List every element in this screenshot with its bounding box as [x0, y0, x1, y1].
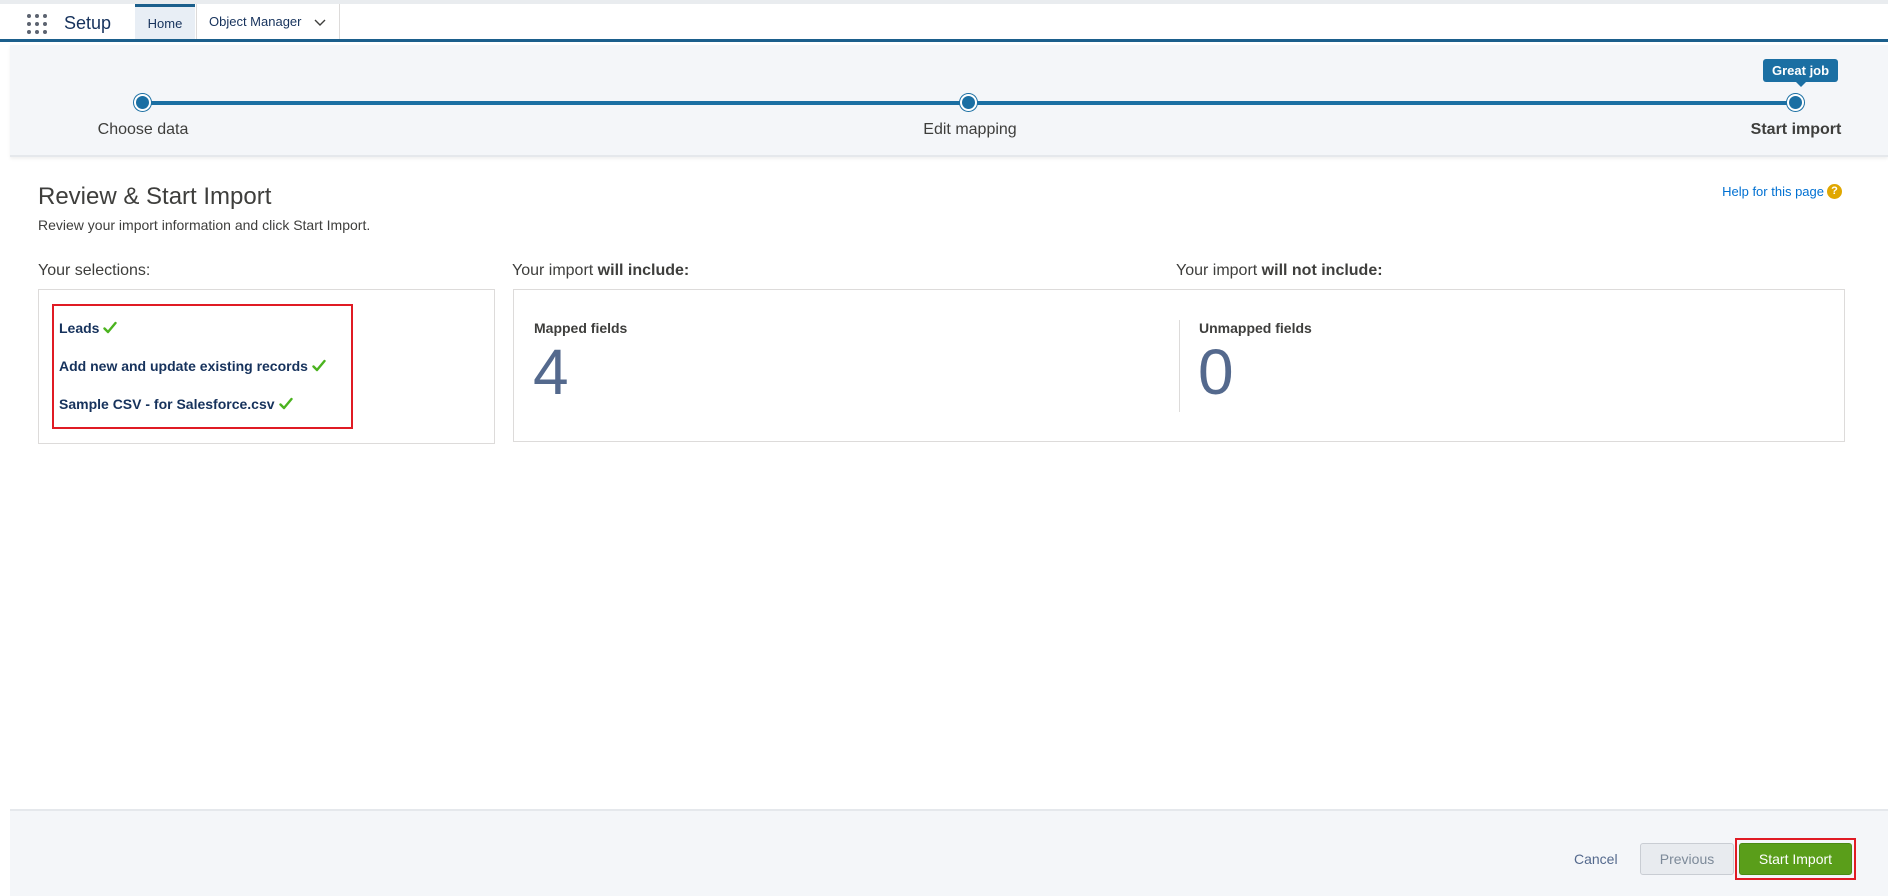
unmapped-fields-label: Unmapped fields — [1199, 320, 1312, 336]
unmapped-fields-count: 0 — [1198, 336, 1234, 408]
step-dot-start-import[interactable] — [1787, 94, 1804, 111]
app-name: Setup — [64, 13, 112, 33]
selection-item-action: Add new and update existing records — [59, 358, 326, 374]
global-nav-bar: Setup Home Object Manager — [0, 0, 1888, 42]
step-dot-choose-data[interactable] — [134, 94, 151, 111]
will-not-include-heading: Your import will not include: — [1176, 262, 1383, 280]
great-job-tooltip: Great job — [1763, 59, 1839, 87]
previous-button[interactable]: Previous — [1640, 843, 1734, 875]
will-not-include-heading-bold: will not include: — [1261, 262, 1383, 279]
mapped-fields-label: Mapped fields — [534, 320, 628, 336]
selection-item-label: Sample CSV - for Salesforce.csv — [59, 396, 275, 412]
summary-divider — [1179, 320, 1180, 412]
wizard-footer: Cancel Previous Start Import — [10, 809, 1888, 896]
cancel-button[interactable]: Cancel — [1558, 843, 1634, 875]
selection-item-file: Sample CSV - for Salesforce.csv — [59, 396, 293, 412]
start-import-button[interactable]: Start Import — [1739, 843, 1852, 875]
help-link-label: Help for this page — [1722, 184, 1824, 199]
selection-item-label: Leads — [59, 320, 100, 336]
selections-panel: Leads Add new and update existing record… — [38, 289, 495, 444]
check-icon — [103, 321, 118, 334]
import-progress-indicator: Great job Choose data Edit mapping Start… — [10, 45, 1888, 157]
step-label-edit-mapping: Edit mapping — [923, 121, 1017, 138]
app-launcher-icon[interactable] — [26, 13, 48, 35]
import-summary-panel: Mapped fields 4 Unmapped fields 0 — [513, 289, 1845, 442]
chevron-down-icon[interactable] — [312, 14, 328, 30]
step-label-start-import: Start import — [1750, 121, 1842, 138]
help-for-this-page-link[interactable]: Help for this page ? — [1722, 184, 1842, 199]
will-include-heading-prefix: Your import — [512, 262, 598, 279]
selections-heading: Your selections: — [38, 262, 151, 279]
tab-home-label: Home — [147, 15, 183, 31]
tab-object-manager-label: Object Manager — [209, 14, 302, 29]
page-subtitle: Review your import information and click… — [38, 217, 371, 233]
help-icon: ? — [1827, 184, 1842, 199]
selection-item-object: Leads — [59, 320, 118, 336]
check-icon — [312, 359, 326, 372]
will-include-heading-bold: will include: — [597, 262, 690, 279]
will-not-include-heading-prefix: Your import — [1176, 262, 1262, 279]
mapped-fields-count: 4 — [533, 336, 569, 408]
step-dot-edit-mapping[interactable] — [960, 94, 977, 111]
selection-item-label: Add new and update existing records — [59, 358, 308, 374]
page-title: Review & Start Import — [38, 183, 272, 210]
step-label-choose-data: Choose data — [97, 121, 189, 138]
tab-home[interactable]: Home — [135, 4, 195, 39]
tab-object-manager[interactable]: Object Manager — [196, 4, 340, 39]
will-include-heading: Your import will include: — [512, 262, 689, 280]
check-icon — [278, 397, 293, 410]
